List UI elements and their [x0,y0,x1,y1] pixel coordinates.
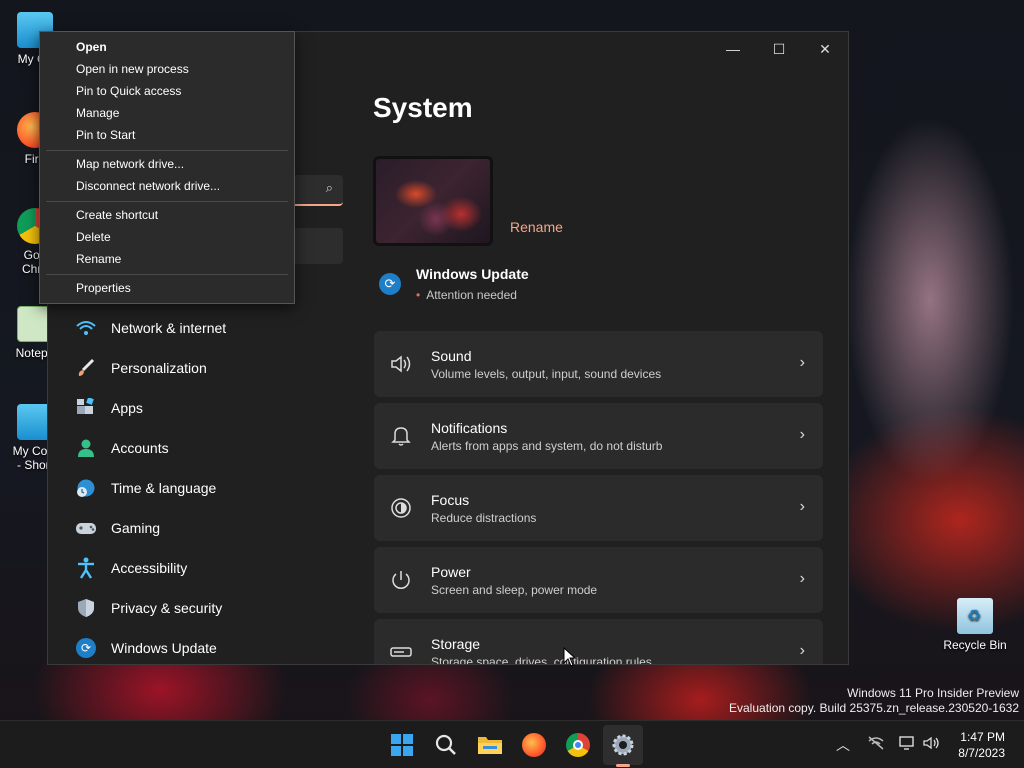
card-storage[interactable]: Storage Storage space, drives, configura… [374,619,823,664]
minimize-button[interactable]: — [710,32,756,66]
chevron-right-icon: › [799,426,805,443]
brush-icon [75,357,97,379]
chrome-icon[interactable] [565,732,591,758]
recycle-bin-icon: ♻ [957,598,993,634]
menu-item-map-network-drive[interactable]: Map network drive... [76,157,184,171]
evaluation-watermark: Windows 11 Pro Insider Preview Evaluatio… [729,686,1019,715]
nav-item-privacy-security[interactable]: Privacy & security [70,590,346,626]
nav-item-apps[interactable]: Apps [70,390,346,426]
update-icon: ⟳ [75,637,97,659]
firefox-icon[interactable] [521,732,547,758]
card-sound[interactable]: Sound Volume levels, output, input, soun… [374,331,823,397]
taskbar-clock[interactable]: 1:47 PM 8/7/2023 [958,729,1005,761]
gamepad-icon [75,517,97,539]
nav-item-windows-update[interactable]: ⟳ Windows Update [70,630,346,664]
window-controls: — ☐ ✕ [710,32,848,66]
menu-item-rename[interactable]: Rename [76,252,121,266]
menu-item-open[interactable]: Open [76,40,107,54]
rename-pc-link[interactable]: Rename [510,219,563,235]
speaker-icon [389,352,413,376]
chevron-up-icon[interactable]: ︿ [836,735,850,755]
pc-wallpaper-thumbnail [373,156,493,246]
file-explorer-icon[interactable] [477,732,503,758]
menu-item-properties[interactable]: Properties [76,281,131,295]
context-menu: Open Open in new process Pin to Quick ac… [39,31,295,304]
card-focus[interactable]: Focus Reduce distractions › [374,475,823,541]
page-title: System [373,92,473,123]
nav-item-accessibility[interactable]: Accessibility [70,550,346,586]
power-icon [389,568,413,592]
wifi-icon [75,317,97,339]
nav-item-network[interactable]: Network & internet [70,310,346,346]
apps-icon [75,397,97,419]
active-app-indicator [616,764,630,767]
bell-icon [389,424,413,448]
nav-item-time-language[interactable]: Time & language [70,470,346,506]
globe-clock-icon [75,477,97,499]
menu-item-open-new-process[interactable]: Open in new process [76,62,189,76]
windows-update-status-icon: ⟳ [379,273,401,295]
focus-icon [389,496,413,520]
menu-item-pin-quick-access[interactable]: Pin to Quick access [76,84,181,98]
mouse-cursor [563,647,577,667]
menu-separator [46,150,288,151]
accessibility-icon [75,557,97,579]
display-icon[interactable] [899,735,917,754]
menu-item-delete[interactable]: Delete [76,230,111,244]
nav-item-system-selected[interactable] [288,228,343,264]
settings-icon[interactable] [610,732,636,758]
chevron-right-icon: › [799,354,805,371]
nav-item-personalization[interactable]: Personalization [70,350,346,386]
close-button[interactable]: ✕ [802,32,848,66]
network-off-icon[interactable] [867,735,885,754]
menu-separator [46,201,288,202]
chevron-right-icon: › [799,498,805,515]
maximize-button[interactable]: ☐ [756,32,802,66]
chevron-right-icon: › [799,642,805,659]
windows-start-icon[interactable] [389,732,415,758]
taskbar: ︿ 1:47 PM 8/7/2023 [0,720,1024,768]
menu-item-pin-to-start[interactable]: Pin to Start [76,128,135,142]
menu-item-create-shortcut[interactable]: Create shortcut [76,208,158,222]
windows-update-status: • Attention needed [416,288,517,302]
person-icon [75,437,97,459]
storage-icon [389,640,413,664]
search-box[interactable]: ⌕ [288,175,343,206]
card-notifications[interactable]: Notifications Alerts from apps and syste… [374,403,823,469]
volume-icon[interactable] [923,735,941,754]
menu-item-manage[interactable]: Manage [76,106,119,120]
nav-item-accounts[interactable]: Accounts [70,430,346,466]
search-icon: ⌕ [325,180,333,195]
windows-update-title[interactable]: Windows Update [416,266,529,282]
card-power[interactable]: Power Screen and sleep, power mode › [374,547,823,613]
menu-separator [46,274,288,275]
nav-item-gaming[interactable]: Gaming [70,510,346,546]
search-icon[interactable] [433,732,459,758]
desktop-icon-recycle-bin[interactable]: ♻ Recycle Bin [940,598,1010,652]
chevron-right-icon: › [799,570,805,587]
shield-icon [75,597,97,619]
menu-item-disconnect-network-drive[interactable]: Disconnect network drive... [76,179,220,193]
